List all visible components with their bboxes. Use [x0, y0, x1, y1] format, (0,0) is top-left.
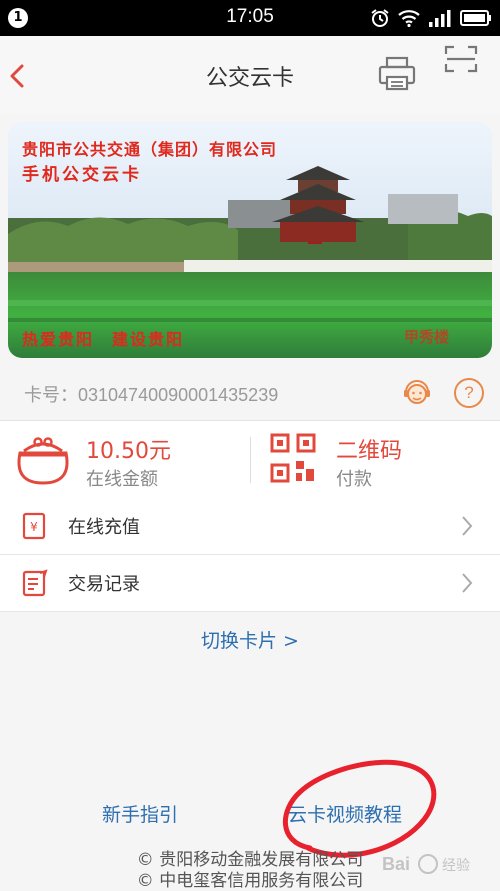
card-company-name: 贵阳市公共交通（集团）有限公司	[22, 140, 278, 159]
svg-text:经验: 经验	[442, 858, 470, 874]
card-number: 卡号：03104740090001435239	[24, 385, 279, 405]
red-annotation-circle	[283, 759, 437, 858]
wifi-icon	[398, 10, 420, 27]
qr-pay-title[interactable]: 二维码	[336, 433, 402, 465]
purse-icon	[17, 437, 69, 485]
menu-item-transaction-record[interactable]: 交易记录	[0, 555, 500, 611]
scan-icon[interactable]	[444, 44, 478, 74]
svg-text:¥: ¥	[30, 520, 38, 534]
qr-code-icon[interactable]	[270, 433, 316, 483]
balance-amount[interactable]: 10.50元	[86, 433, 171, 465]
card-stamp: 甲秀楼	[404, 328, 450, 346]
balance-panel: 10.50元 在线金额 二维码 付款	[0, 420, 500, 500]
alarm-icon	[371, 9, 389, 27]
balance-label: 在线金额	[86, 469, 158, 490]
card-slogan: 热爱贵阳 建设贵阳	[22, 330, 185, 349]
panel-divider	[250, 437, 251, 483]
baidu-watermark: Bai 经验	[382, 854, 470, 874]
battery-icon	[460, 10, 491, 26]
customer-service-icon[interactable]	[402, 376, 432, 408]
menu-item-online-recharge[interactable]: ¥ 在线充值	[0, 498, 500, 554]
svg-text:Bai: Bai	[382, 854, 410, 874]
switch-card-link[interactable]: 切换卡片 >	[0, 626, 500, 653]
menu-divider	[0, 611, 500, 612]
card-product-name: 手机公交云卡	[22, 165, 142, 185]
help-icon[interactable]: ?	[454, 378, 484, 408]
nav-bar: 公交云卡	[0, 36, 500, 114]
chevron-right-icon	[462, 573, 473, 593]
qr-pay-label: 付款	[336, 469, 372, 490]
menu-item-label: 在线充值	[68, 517, 140, 538]
chevron-right-icon	[462, 516, 473, 536]
bus-card[interactable]: 贵阳市公共交通（集团）有限公司 手机公交云卡 热爱贵阳 建设贵阳 甲秀楼	[8, 122, 492, 358]
signal-icon	[429, 10, 451, 27]
printer-icon[interactable]	[378, 56, 416, 92]
status-bar: 1 17:05	[0, 0, 500, 36]
recharge-icon: ¥	[22, 512, 46, 540]
beginner-guide-link[interactable]: 新手指引	[102, 800, 178, 827]
menu-item-label: 交易记录	[68, 574, 140, 595]
page-title: 公交云卡	[205, 66, 294, 91]
transaction-record-icon	[22, 569, 48, 597]
